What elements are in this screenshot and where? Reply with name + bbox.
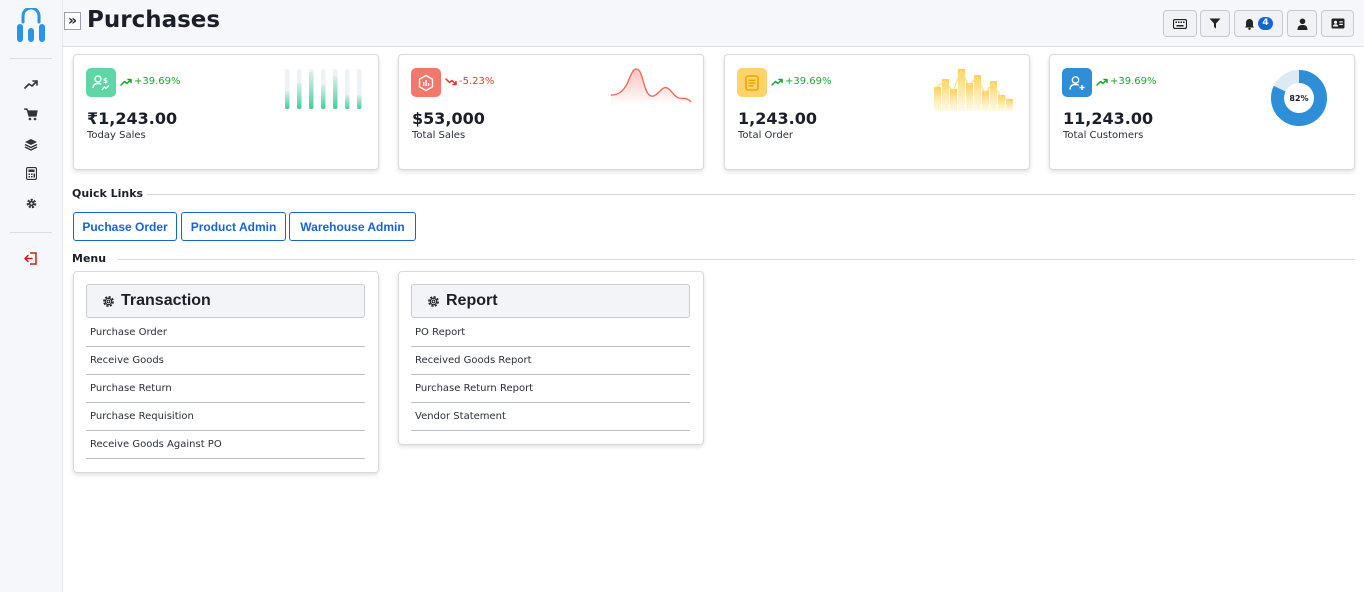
menu-item-po-report[interactable]: PO Report: [411, 319, 690, 347]
top-header: » Purchases 4: [63, 0, 1364, 47]
stat-card-total-customers[interactable]: +39.69% 11,243.00 Total Customers 82%: [1049, 54, 1355, 170]
sidebar: [0, 0, 63, 592]
stat-change: +39.69%: [120, 76, 181, 87]
layers-icon[interactable]: [23, 136, 39, 152]
total-order-bar-chart: [933, 69, 1013, 111]
section-divider: [118, 259, 1355, 260]
keyboard-button[interactable]: [1163, 10, 1197, 37]
trend-up-icon: [771, 78, 783, 86]
gear-icon: [103, 295, 114, 307]
total-customers-donut-chart: 82%: [1271, 70, 1327, 126]
panel-header: Transaction: [86, 284, 365, 318]
document-icon: [737, 68, 767, 97]
stat-label: Total Sales: [412, 130, 466, 141]
menu-item-purchase-return-report[interactable]: Purchase Return Report: [411, 375, 690, 403]
gear-icon[interactable]: [23, 195, 39, 211]
user-icon: [1297, 18, 1307, 30]
stat-change: +39.69%: [771, 76, 832, 87]
stat-change: -5.23%: [445, 76, 494, 87]
calculator-icon[interactable]: [23, 165, 39, 181]
menu-item-receive-goods-against-po[interactable]: Receive Goods Against PO: [86, 431, 365, 459]
stat-change-value: -5.23%: [459, 76, 495, 87]
id-card-icon: [1331, 18, 1344, 29]
quick-link-purchase-order[interactable]: Puchase Order: [73, 212, 177, 241]
chart-hexagon-icon: [411, 68, 441, 97]
stat-value: ₹1,243.00: [87, 109, 178, 128]
user-add-icon: [1062, 68, 1092, 97]
sidebar-toggle-button[interactable]: »: [64, 12, 81, 30]
page-title: Purchases: [87, 7, 221, 33]
stat-label: Total Customers: [1063, 130, 1144, 141]
panel-title: Report: [446, 292, 498, 309]
stat-card-total-sales[interactable]: -5.23% $53,000 Total Sales: [398, 54, 704, 170]
user-button[interactable]: [1287, 10, 1317, 37]
menu-item-purchase-order[interactable]: Purchase Order: [86, 319, 365, 347]
stat-label: Total Order: [738, 130, 793, 141]
menu-panel-transaction: Transaction Purchase Order Receive Goods…: [73, 271, 379, 473]
stat-change-value: +39.69%: [134, 76, 181, 87]
trend-up-icon: [120, 78, 132, 86]
menu-item-purchase-requisition[interactable]: Purchase Requisition: [86, 403, 365, 431]
total-sales-line-chart: [611, 68, 692, 105]
stat-change: +39.69%: [1096, 76, 1157, 87]
stat-value: 1,243.00: [738, 109, 817, 128]
double-chevron-right-icon: »: [67, 13, 78, 29]
trend-down-icon: [445, 77, 457, 85]
stat-label: Today Sales: [87, 130, 146, 141]
stat-value: 11,243.00: [1063, 109, 1154, 128]
filter-icon: [1209, 18, 1221, 29]
menu-panel-report: Report PO Report Received Goods Report P…: [398, 271, 704, 445]
panel-header: Report: [411, 284, 690, 318]
app-logo[interactable]: [17, 8, 45, 44]
sidebar-divider: [10, 58, 52, 59]
menu-item-receive-goods[interactable]: Receive Goods: [86, 347, 365, 375]
cart-icon[interactable]: [23, 106, 39, 122]
stat-change-value: +39.69%: [785, 76, 832, 87]
menu-item-received-goods-report[interactable]: Received Goods Report: [411, 347, 690, 375]
sidebar-divider: [10, 232, 52, 233]
keyboard-icon: [1173, 18, 1187, 29]
quick-link-product-admin[interactable]: Product Admin: [181, 212, 286, 241]
menu-item-vendor-statement[interactable]: Vendor Statement: [411, 403, 690, 431]
id-card-button[interactable]: [1321, 10, 1354, 37]
trend-up-icon: [1096, 78, 1108, 86]
bell-icon: [1245, 18, 1254, 30]
menu-label: Menu: [72, 252, 107, 265]
section-divider: [147, 194, 1355, 195]
user-dollar-icon: $: [86, 68, 116, 97]
trending-up-icon[interactable]: [23, 77, 39, 93]
panel-list: Purchase Order Receive Goods Purchase Re…: [86, 319, 365, 459]
panel-title: Transaction: [121, 292, 211, 309]
quick-link-warehouse-admin[interactable]: Warehouse Admin: [289, 212, 416, 241]
logout-icon[interactable]: [23, 250, 39, 266]
quick-links-label: Quick Links: [72, 187, 144, 200]
stat-change-value: +39.69%: [1110, 76, 1157, 87]
notification-count-badge: 4: [1258, 17, 1273, 30]
stat-card-today-sales[interactable]: $ +39.69% ₹1,243.00 Today Sales: [73, 54, 379, 170]
menu-item-purchase-return[interactable]: Purchase Return: [86, 375, 365, 403]
filter-button[interactable]: [1200, 10, 1230, 37]
svg-text:$: $: [103, 77, 108, 85]
panel-list: PO Report Received Goods Report Purchase…: [411, 319, 690, 431]
gear-icon: [428, 295, 439, 307]
notifications-button[interactable]: 4: [1234, 10, 1283, 37]
stat-value: $53,000: [412, 109, 485, 128]
donut-value-label: 82%: [1289, 94, 1308, 103]
today-sales-bar-chart: [285, 69, 362, 109]
stat-card-total-order[interactable]: +39.69% 1,243.00 Total Order: [724, 54, 1030, 170]
